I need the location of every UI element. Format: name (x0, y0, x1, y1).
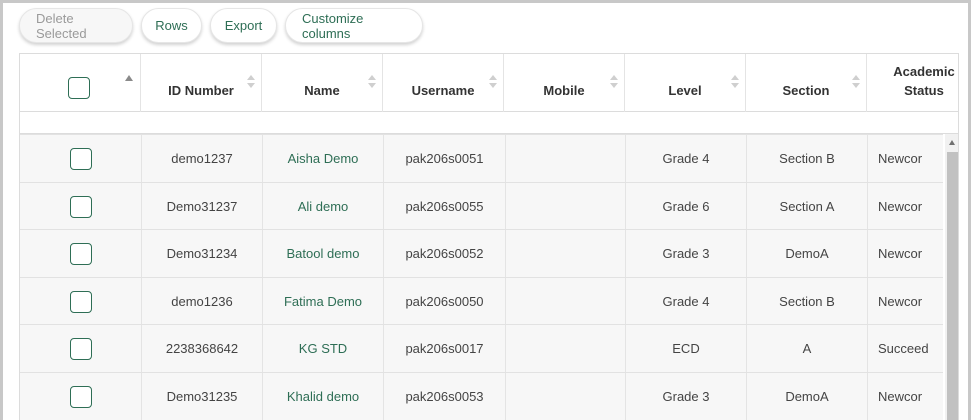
cell-id-number: 2238368642 (142, 325, 263, 372)
cell-level: Grade 6 (626, 183, 747, 230)
header-academic-status[interactable]: Academic Status (867, 54, 958, 112)
cell-level: Grade 4 (626, 278, 747, 325)
cell-id-number: demo1236 (142, 278, 263, 325)
table-row[interactable]: Demo31237 Ali demo pak206s0055 Grade 6 Secti… (20, 182, 943, 230)
cell-username: pak206s0052 (384, 230, 506, 277)
cell-id-number: Demo31234 (142, 230, 263, 277)
grid-toolbar: Delete Selected Rows Export Customize co… (19, 8, 423, 43)
vertical-scrollbar[interactable] (945, 134, 958, 420)
cell-username: pak206s0050 (384, 278, 506, 325)
cell-section: DemoA (747, 373, 868, 420)
cell-name[interactable]: Ali demo (263, 183, 384, 230)
row-checkbox[interactable] (70, 243, 92, 265)
row-select-cell (20, 183, 142, 230)
cell-section: Section A (747, 183, 868, 230)
cell-username: pak206s0051 (384, 135, 506, 182)
header-name[interactable]: Name (262, 54, 383, 112)
sort-icon[interactable] (368, 75, 376, 89)
row-select-cell (20, 278, 142, 325)
cell-academic-status: Newcor (878, 389, 923, 404)
sort-icon[interactable] (852, 75, 860, 89)
cell-name[interactable]: Fatima Demo (263, 278, 384, 325)
table-row[interactable]: 2238368642 KG STD pak206s0017 ECD A Succeed (20, 324, 943, 372)
cell-section: Section B (747, 135, 868, 182)
scroll-up-arrow-icon[interactable] (949, 140, 955, 145)
header-level[interactable]: Level (625, 54, 746, 112)
row-select-cell (20, 135, 142, 182)
row-select-cell (20, 325, 142, 372)
sort-icon[interactable] (610, 75, 618, 89)
sort-ascending-icon[interactable] (125, 75, 133, 81)
header-id-number[interactable]: ID Number (141, 54, 262, 112)
cell-id-number: Demo31235 (142, 373, 263, 420)
cell-name[interactable]: Khalid demo (263, 373, 384, 420)
header-name-label: Name (304, 83, 340, 98)
row-select-cell (20, 230, 142, 277)
table-row[interactable]: Demo31234 Batool demo pak206s0052 Grade 3 De… (20, 229, 943, 277)
header-select-all (20, 54, 141, 112)
cell-level: Grade 3 (626, 230, 747, 277)
delete-selected-button[interactable]: Delete Selected (19, 8, 133, 43)
cell-section: A (747, 325, 868, 372)
cell-name[interactable]: KG STD (263, 325, 384, 372)
sort-icon[interactable] (247, 75, 255, 89)
students-grid: ID Number Name Username Mobile Level Sec… (19, 53, 959, 420)
cell-id-number: Demo31237 (142, 183, 263, 230)
sort-icon[interactable] (489, 75, 497, 89)
cell-academic-status: Newcor (878, 199, 923, 214)
sort-icon[interactable] (731, 75, 739, 89)
cell-academic-status: Newcor (878, 246, 923, 261)
row-checkbox[interactable] (70, 291, 92, 313)
cell-level: Grade 3 (626, 373, 747, 420)
grid-body: demo1237 Aisha Demo pak206s0051 Grade 4 Sect… (20, 134, 943, 420)
cell-academic-status: Newcor (878, 151, 923, 166)
cell-id-number: demo1237 (142, 135, 263, 182)
cell-mobile (506, 373, 626, 420)
cell-name[interactable]: Batool demo (263, 230, 384, 277)
cell-level: ECD (626, 325, 747, 372)
grid-header: ID Number Name Username Mobile Level Sec… (20, 54, 958, 112)
scrollbar-thumb[interactable] (947, 152, 958, 420)
filter-row (20, 112, 958, 134)
cell-section: Section B (747, 278, 868, 325)
table-row[interactable]: demo1236 Fatima Demo pak206s0050 Grade 4 Sec… (20, 277, 943, 325)
cell-name[interactable]: Aisha Demo (263, 135, 384, 182)
header-username-label: Username (411, 83, 475, 98)
row-checkbox[interactable] (70, 196, 92, 218)
header-mobile[interactable]: Mobile (504, 54, 625, 112)
rows-button[interactable]: Rows (141, 8, 202, 43)
row-checkbox[interactable] (70, 148, 92, 170)
cell-level: Grade 4 (626, 135, 747, 182)
header-id-number-label: ID Number (168, 83, 234, 98)
cell-mobile (506, 183, 626, 230)
customize-columns-button[interactable]: Customize columns (285, 8, 423, 43)
cell-username: pak206s0055 (384, 183, 506, 230)
row-select-cell (20, 373, 142, 420)
select-all-checkbox[interactable] (68, 77, 90, 99)
cell-mobile (506, 230, 626, 277)
header-level-label: Level (668, 83, 702, 98)
row-checkbox[interactable] (70, 386, 92, 408)
header-mobile-label: Mobile (543, 83, 585, 98)
cell-mobile (506, 135, 626, 182)
cell-mobile (506, 278, 626, 325)
header-username[interactable]: Username (383, 54, 504, 112)
table-row[interactable]: demo1237 Aisha Demo pak206s0051 Grade 4 Sect… (20, 134, 943, 182)
table-row[interactable]: Demo31235 Khalid demo pak206s0053 Grade 3 De… (20, 372, 943, 420)
row-checkbox[interactable] (70, 338, 92, 360)
header-section-label: Section (782, 83, 830, 98)
cell-section: DemoA (747, 230, 868, 277)
export-button[interactable]: Export (210, 8, 277, 43)
cell-username: pak206s0017 (384, 325, 506, 372)
cell-academic-status: Succeed (878, 341, 929, 356)
cell-academic-status: Newcor (878, 294, 923, 309)
cell-username: pak206s0053 (384, 373, 506, 420)
header-academic-status-label: Academic Status (893, 64, 955, 98)
cell-mobile (506, 325, 626, 372)
header-section[interactable]: Section (746, 54, 867, 112)
